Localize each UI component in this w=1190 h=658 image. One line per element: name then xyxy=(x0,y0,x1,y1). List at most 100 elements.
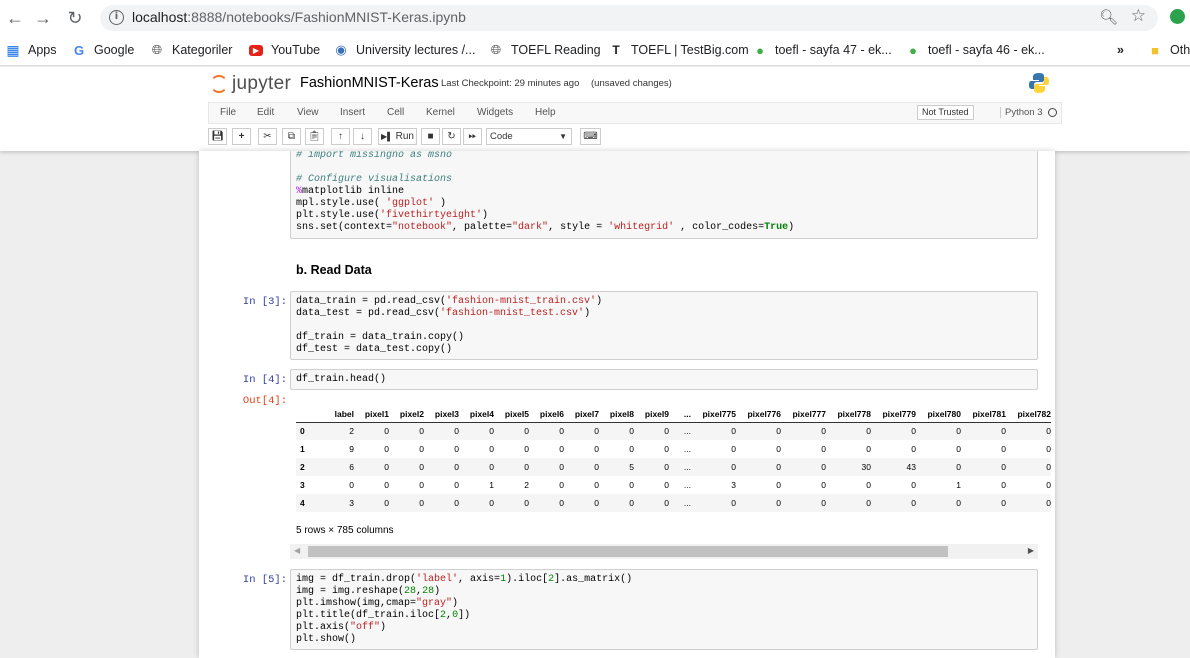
address-url[interactable]: localhost:8888/notebooks/FashionMNIST-Ke… xyxy=(132,9,466,25)
zoom-icon[interactable]: 🔍︎ xyxy=(1099,8,1118,26)
bookmark-university-lectures[interactable]: ◉ University lectures /... xyxy=(334,41,475,59)
bookmarks-overflow[interactable]: » xyxy=(1117,41,1124,59)
bookmark-other[interactable]: ■ Oth xyxy=(1148,41,1190,59)
bookmark-toefl-reading[interactable]: 🌐︎ TOEFL Reading xyxy=(489,41,601,59)
menu-widgets[interactable]: Widgets xyxy=(477,107,513,118)
scrollbar-thumb[interactable] xyxy=(308,546,948,557)
menu-view[interactable]: View xyxy=(297,107,319,118)
python-logo-icon xyxy=(1029,73,1049,93)
column-header: pixel782 xyxy=(1006,406,1051,423)
move-up-icon[interactable]: ↑ xyxy=(331,128,350,145)
column-header: pixel6 xyxy=(529,406,564,423)
menu-edit[interactable]: Edit xyxy=(257,107,274,118)
insert-cell-icon[interactable]: + xyxy=(232,128,251,145)
bookmark-youtube[interactable]: ▶ YouTube xyxy=(249,41,320,59)
code-token: 'label' xyxy=(416,574,459,585)
table-row: 3 0 0 0 0 1 2 0 0 0 0... 3 0 0 0 0 1 0 0 xyxy=(296,476,1051,494)
copy-icon[interactable]: ⧉ xyxy=(282,128,301,145)
code-token: img = df_train.drop( xyxy=(296,574,417,585)
table-cell: 0 xyxy=(956,498,961,508)
address-bar[interactable]: i localhost:8888/notebooks/FashionMNIST-… xyxy=(100,5,1158,31)
table-cell: 0 xyxy=(629,480,634,490)
index-header xyxy=(296,406,324,423)
table-cell: 0 xyxy=(454,426,459,437)
menu-kernel[interactable]: Kernel xyxy=(426,107,455,118)
column-header: pixel777 xyxy=(781,406,826,423)
bookmark-star-icon[interactable]: ☆ xyxy=(1131,6,1146,26)
table-cell: 0 xyxy=(524,462,529,472)
code-token: ) xyxy=(452,598,459,609)
jupyter-logo[interactable]: jupyter xyxy=(210,71,291,97)
not-trusted-button[interactable]: Not Trusted xyxy=(917,105,974,120)
code-token: "dark" xyxy=(512,222,549,233)
menu-insert[interactable]: Insert xyxy=(340,107,365,118)
menu-cell[interactable]: Cell xyxy=(387,107,404,118)
restart-run-all-icon[interactable]: ⏩︎ xyxy=(463,128,482,145)
code-token: ) xyxy=(380,622,387,633)
code-cell-input[interactable]: img = df_train.drop('label', axis=1).ilo… xyxy=(290,569,1038,650)
code-line: sns.set(context="notebook", palette="dar… xyxy=(291,222,1037,234)
code-cell-input[interactable]: df_train.head() xyxy=(290,369,1038,390)
info-icon[interactable]: i xyxy=(109,10,124,25)
paste-icon[interactable]: 📋︎ xyxy=(305,128,324,145)
dataframe-shape: 5 rows × 785 columns xyxy=(296,525,394,536)
bookmark-kategoriler[interactable]: 🌐︎ Kategoriler xyxy=(150,41,233,59)
code-line: plt.show() xyxy=(291,634,1037,646)
column-header: pixel7 xyxy=(564,406,599,423)
menu-file[interactable]: File xyxy=(220,107,236,118)
table-cell: 30 xyxy=(861,462,871,472)
jupyter-logo-text: jupyter xyxy=(232,73,292,94)
code-token: ) xyxy=(482,210,489,221)
row-index: 1 xyxy=(300,444,305,454)
code-cell-input[interactable]: data_train = pd.read_csv('fashion-mnist_… xyxy=(290,291,1038,360)
run-icon: ▶▌ xyxy=(381,132,393,141)
reload-icon[interactable]: ↻ xyxy=(64,7,86,29)
restart-icon[interactable]: ↻ xyxy=(442,128,461,145)
forward-arrow-icon[interactable]: → xyxy=(32,7,54,29)
code-token: ) xyxy=(788,222,795,233)
bookmark-toefl-46[interactable]: ● toefl - sayfa 46 - ek... xyxy=(906,41,1045,59)
run-button[interactable]: ▶▌ Run xyxy=(378,128,417,145)
scroll-left-icon[interactable]: ◀ xyxy=(294,546,300,555)
column-header: pixel2 xyxy=(389,406,424,423)
menu-help[interactable]: Help xyxy=(535,107,556,118)
table-cell: 0 xyxy=(1046,426,1051,437)
move-down-icon[interactable]: ↓ xyxy=(353,128,372,145)
back-arrow-icon[interactable]: ← xyxy=(4,7,26,29)
profile-avatar[interactable] xyxy=(1170,9,1185,24)
table-cell: 0 xyxy=(384,426,389,437)
code-token: data_train = pd.read_csv( xyxy=(296,296,447,307)
table-cell: 0 xyxy=(629,426,634,437)
table-cell: 0 xyxy=(776,498,781,508)
cut-icon[interactable]: ✂ xyxy=(258,128,277,145)
code-cell-input[interactable]: # import missingno as msno # Configure vi… xyxy=(290,151,1038,239)
bookmark-toefl-47[interactable]: ● toefl - sayfa 47 - ek... xyxy=(753,41,892,59)
command-palette-icon[interactable]: ⌨ xyxy=(580,128,601,145)
unsaved-status: (unsaved changes) xyxy=(591,78,672,89)
interrupt-icon[interactable]: ■ xyxy=(421,128,440,145)
code-line: plt.axis("off") xyxy=(291,622,1037,634)
cell-type-select[interactable]: Code ▼ xyxy=(486,128,572,145)
column-header: pixel1 xyxy=(354,406,389,423)
cell-type-value: Code xyxy=(490,131,513,142)
bookmark-google[interactable]: G Google xyxy=(72,41,134,59)
table-cell: 0 xyxy=(821,426,826,437)
table-cell: 0 xyxy=(911,444,916,454)
notebook-name[interactable]: FashionMNIST-Keras xyxy=(300,75,439,91)
table-cell: 0 xyxy=(911,480,916,490)
table-header-row: label pixel1 pixel2 pixel3 pixel4 pixel5 pixel… xyxy=(296,406,1051,423)
university-icon: ◉ xyxy=(335,42,347,57)
table-cell: 0 xyxy=(594,498,599,508)
run-label: Run xyxy=(395,131,414,142)
bookmark-testbig[interactable]: T TOEFL | TestBig.com xyxy=(609,41,748,59)
horizontal-scrollbar[interactable]: ◀ ▶ xyxy=(290,544,1038,559)
code-token: ) xyxy=(596,296,603,307)
globe-icon: 🌐︎ xyxy=(151,42,163,57)
scroll-right-icon[interactable]: ▶ xyxy=(1028,546,1034,555)
bookmark-apps[interactable]: ▦ Apps xyxy=(6,41,56,59)
table-cell: 0 xyxy=(559,462,564,472)
table-cell: ... xyxy=(683,444,691,454)
save-icon[interactable]: 💾︎ xyxy=(208,128,227,145)
table-cell: 0 xyxy=(384,444,389,454)
table-cell: ... xyxy=(683,426,691,437)
